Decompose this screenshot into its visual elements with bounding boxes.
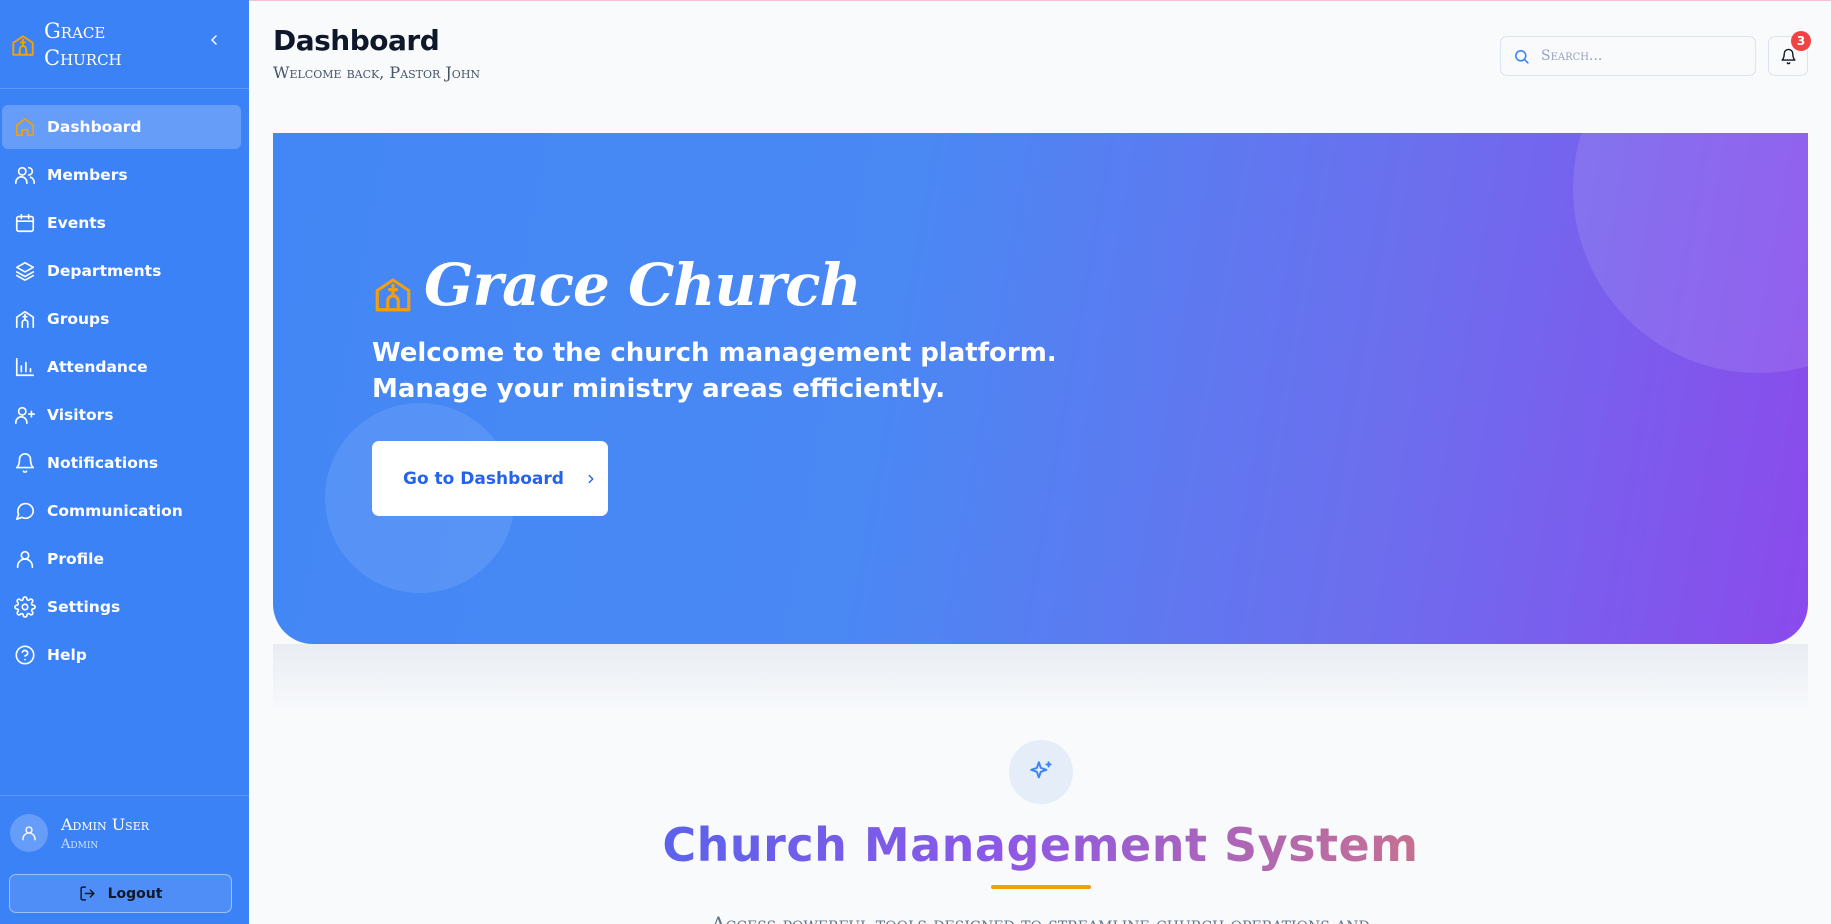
decorative-circle — [1573, 133, 1808, 373]
hero-shadow — [273, 644, 1808, 714]
sidebar: Grace Church Dashboard Members Events De… — [0, 0, 249, 924]
chevron-left-icon — [211, 35, 217, 45]
avatar[interactable] — [10, 814, 48, 852]
sidebar-nav: Dashboard Members Events Departments Gro… — [0, 105, 249, 681]
sidebar-item-label: Notifications — [47, 454, 159, 472]
sidebar-item-communication[interactable]: Communication — [2, 489, 241, 533]
go-to-dashboard-button[interactable]: Go to Dashboard — [372, 441, 608, 516]
home-icon — [15, 117, 35, 137]
sparkles-badge — [1009, 740, 1073, 804]
sparkles-icon — [1030, 761, 1052, 779]
section-description: Access powerful tools designed to stream… — [711, 912, 1370, 924]
logout-button[interactable]: Logout — [9, 874, 232, 913]
sidebar-item-label: Visitors — [47, 406, 114, 424]
logout-icon — [79, 886, 95, 901]
brand-name: Grace Church — [44, 18, 122, 72]
page-subtitle: Welcome back, Pastor John — [273, 63, 481, 82]
sidebar-item-label: Attendance — [47, 358, 148, 376]
chevron-right-icon — [588, 474, 594, 483]
sidebar-brand: Grace Church — [0, 0, 249, 89]
calendar-icon — [15, 213, 35, 233]
church-icon — [375, 278, 411, 312]
sidebar-item-notifications[interactable]: Notifications — [2, 441, 241, 485]
sidebar-item-label: Departments — [47, 262, 162, 280]
sidebar-item-label: Profile — [47, 550, 104, 568]
bell-icon — [15, 453, 35, 474]
search-icon — [1515, 50, 1529, 64]
help-circle-icon — [15, 645, 35, 665]
user-panel: Admin User Admin Logout — [0, 795, 249, 924]
sidebar-item-label: Events — [47, 214, 106, 232]
logout-label: Logout — [107, 885, 163, 902]
gear-icon — [14, 596, 36, 618]
sidebar-item-label: Dashboard — [47, 118, 142, 136]
user-avatar-icon — [22, 826, 36, 841]
church-icon — [12, 35, 34, 56]
hero-tagline: Welcome to the church management platfor… — [372, 335, 1072, 407]
user-role: Admin — [61, 837, 99, 852]
bar-chart-icon — [15, 357, 35, 377]
sidebar-item-label: Members — [47, 166, 128, 184]
sidebar-item-label: Communication — [47, 502, 183, 520]
sidebar-item-attendance[interactable]: Attendance — [2, 345, 241, 389]
users-icon — [15, 166, 35, 185]
section-title: Church Management System — [273, 818, 1808, 872]
layers-icon — [15, 261, 35, 281]
search-input[interactable] — [1541, 45, 1741, 67]
hero-banner: Grace Church Welcome to the church manag… — [273, 133, 1808, 644]
sidebar-item-visitors[interactable]: Visitors — [2, 393, 241, 437]
user-icon — [16, 550, 34, 569]
hero-tagline-line2: Manage your ministry areas efficiently. — [372, 374, 946, 404]
search-box[interactable] — [1500, 36, 1756, 76]
sidebar-item-help[interactable]: Help — [2, 633, 241, 677]
user-name: Admin User — [61, 815, 150, 834]
message-circle-icon — [15, 502, 35, 521]
sidebar-item-label: Settings — [47, 598, 121, 616]
sidebar-item-events[interactable]: Events — [2, 201, 241, 245]
notification-count-badge: 3 — [1791, 31, 1811, 51]
hero-tagline-line1: Welcome to the church management platfor… — [372, 338, 1057, 368]
hero-title: Grace Church — [424, 251, 862, 319]
sidebar-item-label: Help — [47, 646, 87, 664]
user-plus-icon — [15, 406, 35, 425]
sidebar-item-dashboard[interactable]: Dashboard — [2, 105, 241, 149]
bell-icon — [1780, 48, 1796, 64]
sidebar-item-label: Groups — [47, 310, 110, 328]
brand-name-line2: Church — [44, 46, 122, 70]
sidebar-item-departments[interactable]: Departments — [2, 249, 241, 293]
go-to-dashboard-label: Go to Dashboard — [403, 468, 564, 489]
sidebar-item-profile[interactable]: Profile — [2, 537, 241, 581]
page-title: Dashboard — [273, 24, 440, 57]
sidebar-item-settings[interactable]: Settings — [2, 585, 241, 629]
collapse-sidebar-button[interactable] — [204, 32, 224, 52]
sidebar-item-members[interactable]: Members — [2, 153, 241, 197]
brand-name-line1: Grace — [44, 19, 106, 43]
building-icon — [15, 310, 35, 329]
top-border — [249, 0, 1831, 1]
section-title-text: Church Management System — [662, 818, 1419, 872]
section-title-underline — [991, 885, 1091, 889]
sidebar-item-groups[interactable]: Groups — [2, 297, 241, 341]
